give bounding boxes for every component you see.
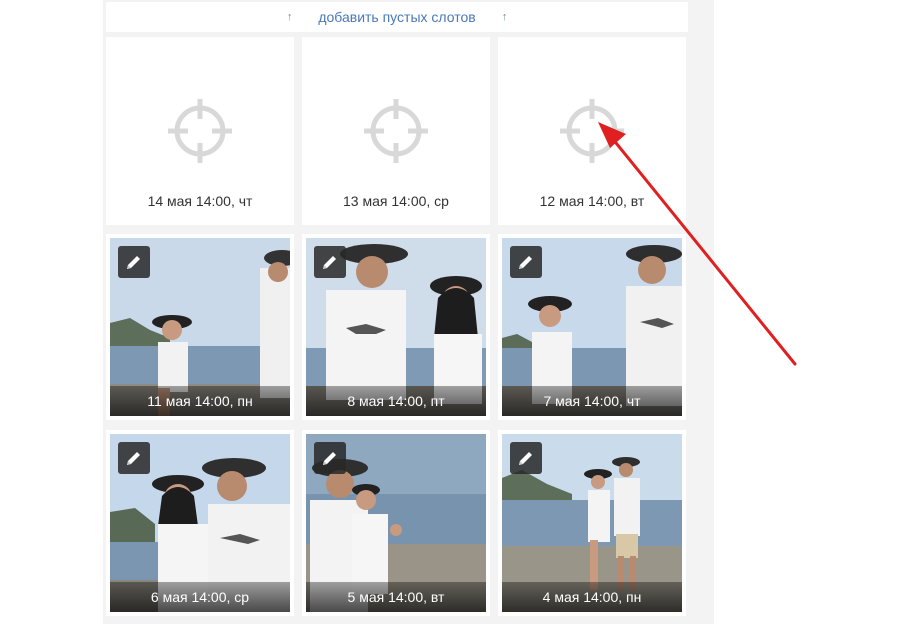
edit-button[interactable]	[314, 246, 346, 278]
pencil-icon	[323, 452, 336, 465]
photo-date-label: 7 мая 14:00, чт	[502, 386, 682, 416]
empty-slot[interactable]: 14 мая 14:00, чт	[106, 37, 294, 225]
arrow-up-icon: ↑	[286, 11, 293, 23]
slot-date-label: 14 мая 14:00, чт	[147, 193, 253, 209]
photo-date-label: 6 мая 14:00, ср	[110, 582, 290, 612]
target-icon	[364, 99, 428, 163]
photo-date-label: 4 мая 14:00, пн	[502, 582, 682, 612]
photo-slot[interactable]: 4 мая 14:00, пн	[498, 430, 686, 616]
empty-slot[interactable]: 13 мая 14:00, ср	[302, 37, 490, 225]
add-empty-slots-label: добавить пустых слотов	[318, 9, 476, 25]
stage: ↑ добавить пустых слотов ↑ 14 мая 14:00,…	[0, 0, 903, 624]
edit-button[interactable]	[510, 442, 542, 474]
photo-date-label: 11 мая 14:00, пн	[110, 386, 290, 416]
pencil-icon	[519, 452, 532, 465]
pencil-icon	[127, 452, 140, 465]
photo-date-label: 5 мая 14:00, вт	[306, 582, 486, 612]
empty-slot[interactable]: 12 мая 14:00, вт	[498, 37, 686, 225]
photo-slot[interactable]: 6 мая 14:00, ср	[106, 430, 294, 616]
edit-button[interactable]	[510, 246, 542, 278]
pencil-icon	[323, 256, 336, 269]
photo-slot[interactable]: 5 мая 14:00, вт	[302, 430, 490, 616]
pencil-icon	[127, 256, 140, 269]
photo-date-label: 8 мая 14:00, пт	[306, 386, 486, 416]
target-icon	[168, 99, 232, 163]
arrow-up-icon: ↑	[501, 11, 508, 23]
edit-button[interactable]	[118, 442, 150, 474]
slot-date-label: 13 мая 14:00, ср	[343, 193, 449, 209]
edit-button[interactable]	[314, 442, 346, 474]
edit-button[interactable]	[118, 246, 150, 278]
pencil-icon	[519, 256, 532, 269]
photo-slot[interactable]: 11 мая 14:00, пн	[106, 234, 294, 420]
add-empty-slots-button[interactable]: ↑ добавить пустых слотов ↑	[106, 2, 688, 32]
target-icon	[560, 99, 624, 163]
photo-slot[interactable]: 8 мая 14:00, пт	[302, 234, 490, 420]
slot-date-label: 12 мая 14:00, вт	[539, 193, 645, 209]
photo-slot[interactable]: 7 мая 14:00, чт	[498, 234, 686, 420]
